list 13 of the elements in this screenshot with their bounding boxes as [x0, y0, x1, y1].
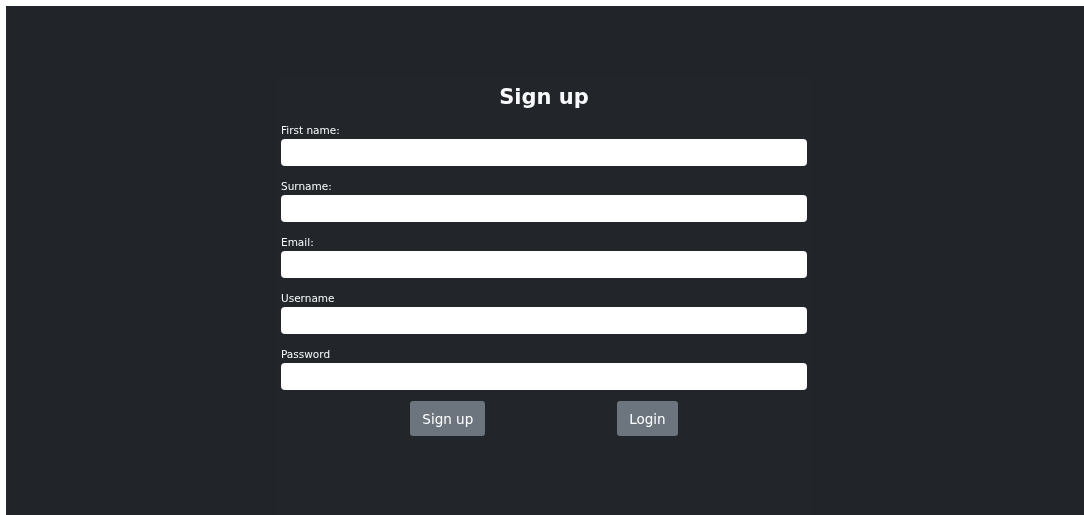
input-field[interactable]	[281, 195, 807, 222]
field-label: Username	[281, 291, 336, 305]
sign-up-button[interactable]: Sign up	[410, 401, 486, 436]
field-label: First name:	[281, 123, 341, 137]
input-field[interactable]	[281, 139, 807, 166]
form-title: Sign up	[498, 84, 590, 111]
input-field[interactable]	[281, 251, 807, 278]
field-label: Password	[281, 347, 332, 361]
input-field[interactable]	[281, 307, 807, 334]
input-field[interactable]	[281, 363, 807, 390]
login-button[interactable]: Login	[617, 401, 678, 436]
field-label: Email:	[281, 235, 315, 249]
field-label: Surname:	[281, 179, 333, 193]
